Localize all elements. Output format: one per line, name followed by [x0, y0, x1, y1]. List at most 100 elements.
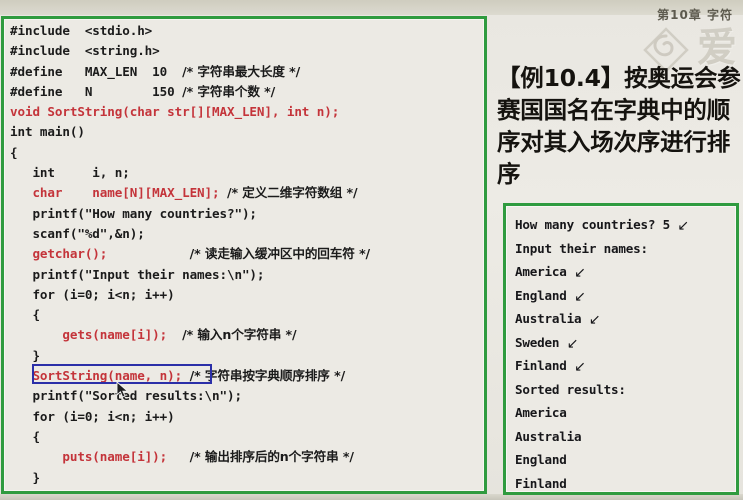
code-token: } [10, 347, 40, 363]
enter-key-icon: ↙ [588, 312, 601, 328]
code-token: getchar(); [32, 246, 108, 262]
console-line: England [515, 448, 734, 472]
code-line: printf("Sorted results:\n"); [10, 386, 482, 406]
code-token: gets(name[i]); [62, 327, 168, 343]
code-token: /* 输入n个字符串 */ [182, 327, 297, 343]
console-line: America [515, 401, 734, 425]
console-line: Input their names: [515, 237, 734, 261]
console-line-text: Input their names: [515, 240, 648, 256]
code-line: #define MAX_LEN 10 /* 字符串最大长度 */ [10, 62, 482, 82]
code-token: /* 输出排序后的n个字符串 */ [189, 449, 354, 465]
code-token: char name[N][MAX_LEN]; [32, 185, 220, 201]
console-line-text: Australia [515, 428, 582, 444]
code-token: for (i=0; i<n; i++) [10, 408, 175, 424]
code-line: char name[N][MAX_LEN]; /* 定义二维字符数组 */ [10, 183, 482, 203]
code-token: /* 字符串按字典顺序排序 */ [189, 368, 346, 384]
console-line: America ↙ [515, 260, 734, 284]
chapter-header: 第10章 字符 [657, 8, 733, 22]
code-token: #include <string.h> [10, 43, 160, 59]
code-token: { [10, 307, 40, 323]
console-line-text: England [515, 452, 567, 467]
console-line: Sweden ↙ [515, 331, 734, 355]
code-token: void SortString(char str[][MAX_LEN], int… [10, 104, 340, 120]
enter-key-icon: ↙ [574, 288, 586, 305]
code-token: { [10, 428, 40, 444]
code-token: int main() [10, 124, 85, 140]
code-token: scanf("%d",&n); [10, 225, 145, 241]
code-line: #include <string.h> [10, 41, 482, 61]
console-line-text: Australia [515, 311, 589, 326]
console-line: Finland ↙ [515, 354, 734, 378]
console-line: Finland [515, 472, 734, 493]
code-line: } [10, 346, 482, 366]
code-line: #include <stdio.h> [10, 21, 482, 41]
enter-key-icon: ↙ [574, 265, 586, 281]
console-line: How many countries? 5 ↙ [515, 213, 734, 237]
code-token: } [10, 469, 40, 485]
console-line: Australia [515, 425, 734, 449]
code-token: return 0; [10, 490, 99, 491]
code-line: { [10, 143, 482, 163]
code-token: SortString(name, n); [32, 368, 183, 384]
console-line: Sorted results: [515, 378, 734, 402]
code-line: getchar(); /* 读走输入缓冲区中的回车符 */ [10, 244, 482, 264]
code-token: /* 定义二维字符数组 */ [227, 185, 358, 201]
code-token: /* 字符串个数 */ [182, 83, 276, 99]
console-output-listing: How many countries? 5 ↙ Input their names… [515, 213, 734, 493]
code-line: int main() [10, 122, 482, 142]
code-token: { [10, 144, 18, 160]
code-token: printf("Sorted results:\n"); [10, 388, 242, 404]
code-token: /* 字符串最大长度 */ [182, 63, 301, 79]
code-line: scanf("%d",&n); [10, 224, 482, 244]
console-line-text: Finland [515, 358, 575, 373]
page-title: 【例10.4】按奥运会参赛国国名在字典中的顺序对其入场次序进行排序 [497, 64, 741, 188]
enter-key-icon: ↙ [566, 335, 579, 352]
code-token: printf("Input their names:\n"); [10, 266, 265, 282]
code-line: printf("Input their names:\n"); [10, 265, 482, 285]
console-output-panel: How many countries? 5 ↙ Input their names… [503, 203, 739, 495]
console-line: Australia ↙ [515, 307, 734, 331]
console-line: England ↙ [515, 284, 734, 308]
code-line: void SortString(char str[][MAX_LEN], int… [10, 102, 482, 122]
code-panel: #include <stdio.h> #include <string.h> #de… [1, 16, 487, 494]
code-listing: #include <stdio.h> #include <string.h> #de… [10, 21, 482, 491]
console-line-text: America [515, 405, 567, 420]
code-token: int i, n; [10, 165, 130, 181]
console-line-text: How many countries? 5 [515, 217, 678, 232]
code-line: SortString(name, n); /* 字符串按字典顺序排序 */ [10, 366, 482, 386]
code-line: #define N 150 /* 字符串个数 */ [10, 82, 482, 102]
code-token: #include <stdio.h> [10, 23, 153, 38]
code-token: puts(name[i]); [62, 449, 168, 465]
code-line: { [10, 427, 482, 447]
code-line: } [10, 468, 482, 488]
enter-key-icon: ↙ [574, 359, 586, 375]
code-token: printf("How many countries?"); [10, 205, 257, 221]
code-line: printf("How many countries?"); [10, 204, 482, 224]
code-line: int i, n; [10, 163, 482, 183]
code-line: { [10, 305, 482, 325]
console-line-text: America [515, 264, 575, 279]
console-line-text: Finland [515, 475, 567, 491]
code-token: #define N 150 [10, 83, 183, 99]
code-token: /* 读走输入缓冲区中的回车符 */ [189, 246, 371, 262]
console-line-text: Sorted results: [515, 381, 626, 397]
code-token: #define MAX_LEN 10 [10, 63, 183, 79]
console-line-text: Sweden [515, 334, 567, 350]
console-line-text: England [515, 287, 575, 303]
code-line: puts(name[i]); /* 输出排序后的n个字符串 */ [10, 447, 482, 467]
code-line: for (i=0; i<n; i++) [10, 285, 482, 305]
code-line: gets(name[i]); /* 输入n个字符串 */ [10, 325, 482, 345]
enter-key-icon: ↙ [677, 218, 689, 234]
code-token: for (i=0; i<n; i++) [10, 286, 175, 302]
slide-canvas: 第10章 字符 爱 #include <stdio.h> #include <st… [0, 0, 743, 500]
code-line: for (i=0; i<n; i++) [10, 407, 482, 427]
